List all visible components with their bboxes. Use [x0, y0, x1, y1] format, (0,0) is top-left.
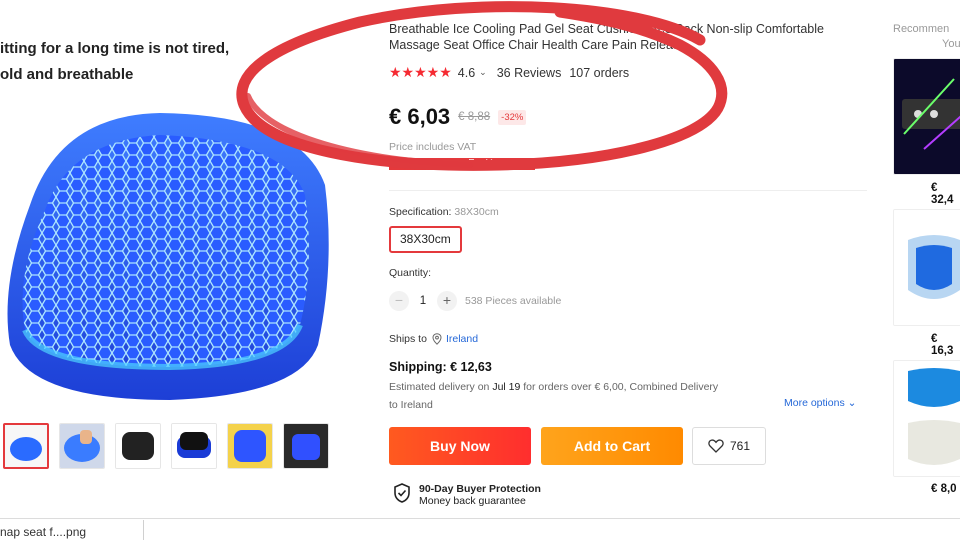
banner-line-1: itting for a long time is not tired,: [0, 40, 230, 57]
vat-note: Price includes VAT: [389, 141, 477, 153]
product-title: Breathable Ice Cooling Pad Gel Seat Cush…: [389, 22, 824, 52]
quantity-input[interactable]: 1: [409, 295, 437, 307]
quantity-stepper: − 1 + 538 Pieces available: [389, 291, 561, 311]
est-suffix: for orders over € 6,00, Combined Deliver…: [520, 381, 719, 393]
recommended-price-2: € 16,3: [931, 333, 954, 357]
download-item[interactable]: nap seat f....png: [0, 525, 86, 539]
recommended-price-1: € 32,4: [931, 182, 954, 206]
ships-to-row: Ships to Ireland: [389, 333, 478, 345]
recommended-title-line-2: You: [942, 38, 960, 50]
add-to-cart-button[interactable]: Add to Cart: [541, 427, 683, 465]
shield-check-icon: [394, 483, 410, 503]
recommended-title-line-1: Recommen: [893, 23, 950, 35]
recommended-price-3: € 8,0: [931, 483, 957, 495]
quantity-label: Quantity:: [389, 267, 432, 279]
main-product-image: [0, 95, 340, 410]
price-row: € 6,03 € 8,88 -32%: [389, 104, 527, 130]
more-options-label: More options: [784, 397, 845, 409]
heart-icon: [708, 439, 724, 453]
wishlist-count: 761: [729, 439, 751, 453]
coupon-banner[interactable]: € 4 off Coupons For You: [389, 158, 535, 170]
chevron-down-icon[interactable]: ⌄: [479, 67, 487, 78]
protection-title: 90-Day Buyer Protection: [419, 483, 541, 495]
specification-label: Specification: 38X30cm: [389, 206, 499, 218]
reviews-link[interactable]: 36 Reviews: [497, 66, 562, 80]
spec-label-text: Specification:: [389, 206, 452, 218]
buy-now-button[interactable]: Buy Now: [389, 427, 531, 465]
original-price: € 8,88: [458, 111, 491, 123]
thumbnail-4[interactable]: [171, 423, 217, 469]
location-pin-icon: [432, 333, 442, 345]
est-prefix: Estimated delivery on: [389, 381, 493, 393]
thumbnail-5[interactable]: [227, 423, 273, 469]
recommended-item-3[interactable]: [893, 360, 960, 477]
thumbnail-strip: [3, 423, 329, 469]
quantity-decrease-button[interactable]: −: [389, 291, 409, 311]
section-divider: [389, 190, 867, 191]
recommended-title: Recommen You: [893, 22, 960, 52]
stock-available: 538 Pieces available: [465, 295, 562, 307]
current-price: € 6,03: [389, 104, 451, 129]
quantity-increase-button[interactable]: +: [437, 291, 457, 311]
ships-to-country-link[interactable]: Ireland: [446, 333, 478, 345]
recommended-item-2[interactable]: [893, 209, 960, 326]
orders-count: 107 orders: [569, 65, 630, 80]
thumbnail-6[interactable]: [283, 423, 329, 469]
estimated-delivery: Estimated delivery on Jul 19 for orders …: [389, 378, 749, 414]
wishlist-button[interactable]: 761: [692, 427, 766, 465]
discount-badge: -32%: [498, 109, 527, 125]
est-date: Jul 19: [492, 381, 521, 393]
banner-line-2: old and breathable: [0, 66, 134, 83]
buyer-protection: 90-Day Buyer Protection Money back guara…: [393, 483, 541, 507]
rating-row: ★★★★★ 4.6 ⌄ 36 Reviews 107 orders: [389, 64, 629, 81]
thumbnail-2[interactable]: [59, 423, 105, 469]
est-line-2: to Ireland: [389, 399, 433, 411]
banner-text: itting for a long time is not tired, old…: [0, 36, 229, 88]
ships-to-label: Ships to: [389, 333, 427, 345]
thumbnail-3[interactable]: [115, 423, 161, 469]
spec-selected-value: 38X30cm: [454, 206, 499, 218]
download-bar-divider: [143, 520, 144, 540]
spec-option-38x30[interactable]: 38X30cm: [389, 226, 462, 253]
rating-value[interactable]: 4.6: [458, 66, 475, 80]
download-bar: [0, 518, 960, 540]
more-options-link[interactable]: More options ⌄: [784, 397, 856, 409]
chevron-down-icon: ⌄: [847, 397, 857, 409]
protection-subtitle: Money back guarantee: [419, 495, 526, 507]
rating-stars-icon: ★★★★★: [389, 64, 452, 80]
thumbnail-1[interactable]: [3, 423, 49, 469]
shipping-cost: Shipping: € 12,63: [389, 360, 492, 374]
recommended-item-1[interactable]: [893, 58, 960, 175]
